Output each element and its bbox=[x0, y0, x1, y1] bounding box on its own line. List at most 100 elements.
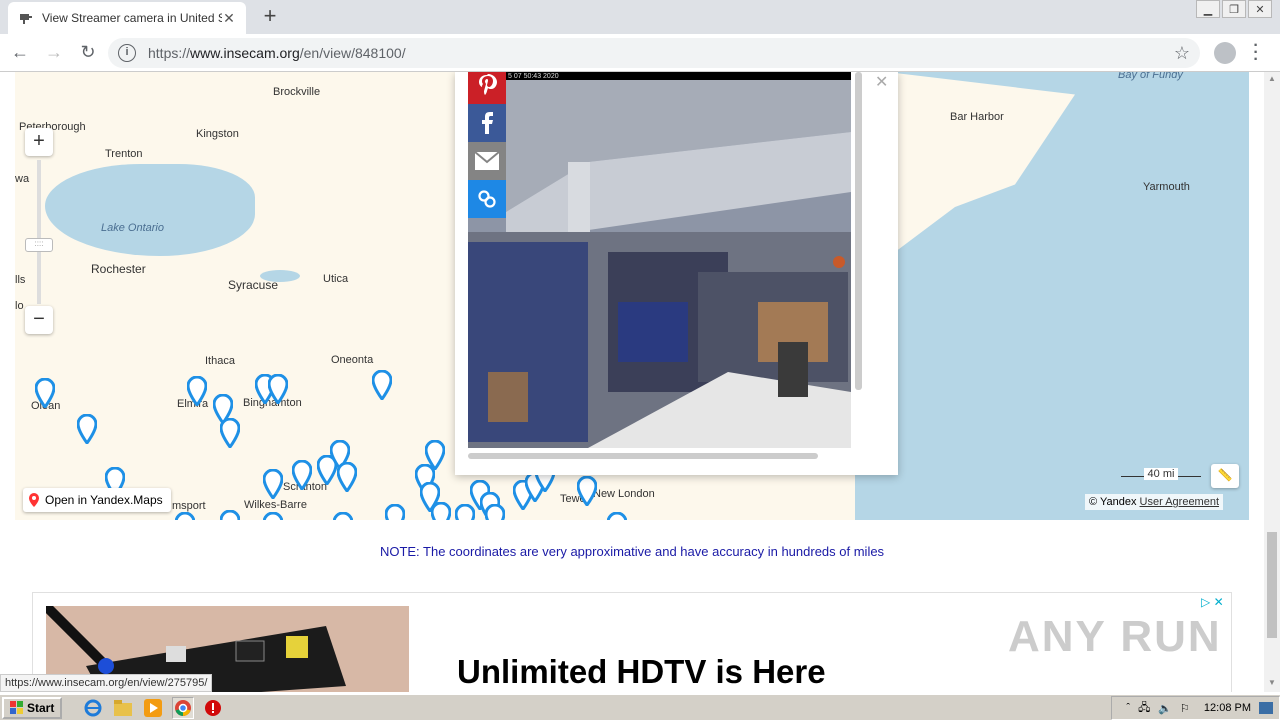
map-label: lo bbox=[15, 300, 24, 312]
back-arrow-icon[interactable]: ← bbox=[6, 39, 34, 67]
clock[interactable]: 12:08 PM bbox=[1204, 702, 1251, 714]
browser-tab[interactable]: View Streamer camera in United Stat ✕ bbox=[8, 2, 246, 34]
url-text[interactable]: https://www.insecam.org/en/view/848100/ bbox=[148, 45, 1174, 61]
ad-headline[interactable]: Unlimited HDTV is Here bbox=[457, 653, 826, 691]
address-bar[interactable]: i https://www.insecam.org/en/view/848100… bbox=[108, 38, 1200, 68]
open-in-yandex-maps-button[interactable]: Open in Yandex.Maps bbox=[23, 488, 171, 512]
internet-explorer-icon[interactable] bbox=[82, 697, 104, 719]
ad-choices-icon[interactable]: ▷ ✕ bbox=[1201, 595, 1224, 609]
scale-label: 40 mi bbox=[1143, 468, 1179, 480]
zoom-out-button[interactable]: − bbox=[25, 306, 53, 334]
camera-map-pin-icon[interactable] bbox=[34, 377, 56, 410]
scroll-thumb[interactable] bbox=[1267, 532, 1277, 638]
reload-icon[interactable]: ↻ bbox=[74, 39, 102, 67]
camera-map-pin-icon[interactable] bbox=[576, 475, 598, 508]
camera-map-pin-icon[interactable] bbox=[332, 511, 354, 520]
camera-map-pin-icon[interactable] bbox=[336, 461, 358, 494]
pinterest-share-button[interactable] bbox=[468, 72, 506, 104]
anyrun-watermark: ANY RUN bbox=[1008, 612, 1222, 661]
page-scrollbar[interactable]: ▲ ▼ bbox=[1264, 72, 1280, 692]
map-label: New London bbox=[593, 488, 655, 500]
open-in-yandex-label: Open in Yandex.Maps bbox=[45, 493, 163, 507]
camera-map-pin-icon[interactable] bbox=[186, 375, 208, 408]
windows-taskbar: Start ˆ 🖧 🔈 ⚐ 12:08 PM bbox=[0, 694, 1280, 720]
page-content: Brockville Peterborough Kingston Trenton… bbox=[0, 72, 1264, 692]
camera-map-pin-icon[interactable] bbox=[371, 369, 393, 402]
bookmark-star-icon[interactable]: ☆ bbox=[1174, 43, 1190, 64]
map-label: Rochester bbox=[91, 262, 146, 276]
copy-link-share-button[interactable] bbox=[468, 180, 506, 218]
camera-map-pin-icon[interactable] bbox=[454, 503, 476, 520]
flag-icon[interactable]: ⚐ bbox=[1180, 702, 1190, 715]
profile-avatar-icon[interactable] bbox=[1214, 42, 1236, 64]
zoom-slider-handle[interactable]: :::: bbox=[25, 238, 53, 252]
system-tray: ˆ 🖧 🔈 ⚐ 12:08 PM bbox=[1111, 696, 1280, 720]
start-label: Start bbox=[27, 700, 55, 715]
map-label: Syracuse bbox=[228, 278, 279, 292]
volume-icon[interactable]: 🔈 bbox=[1158, 702, 1172, 715]
link-icon bbox=[478, 190, 496, 208]
camera-image[interactable]: 5 07 50:43 2020 bbox=[468, 72, 851, 448]
file-explorer-icon[interactable] bbox=[112, 697, 134, 719]
map-label: Yarmouth bbox=[1143, 181, 1190, 193]
camera-map-pin-icon[interactable] bbox=[430, 501, 452, 520]
map-label: Kingston bbox=[196, 128, 239, 140]
restore-icon[interactable]: ❐ bbox=[1222, 0, 1246, 18]
map-label: Brockville bbox=[273, 86, 321, 98]
map-label: Trenton bbox=[105, 148, 143, 160]
scroll-down-icon[interactable]: ▼ bbox=[1267, 678, 1277, 688]
scroll-up-icon[interactable]: ▲ bbox=[1267, 74, 1277, 84]
camera-map-pin-icon[interactable] bbox=[219, 509, 241, 520]
browser-toolbar: ← → ↻ i https://www.insecam.org/en/view/… bbox=[0, 34, 1280, 72]
zoom-control: + :::: − bbox=[25, 128, 53, 338]
close-window-icon[interactable]: ✕ bbox=[1248, 0, 1272, 18]
minimize-icon[interactable]: ▁ bbox=[1196, 0, 1220, 18]
popup-horizontal-scrollbar[interactable] bbox=[468, 453, 818, 459]
info-icon[interactable]: i bbox=[118, 44, 136, 62]
windows-logo-icon bbox=[10, 700, 23, 714]
status-bar-url: https://www.insecam.org/en/view/275795/ bbox=[0, 674, 213, 692]
show-desktop-icon[interactable] bbox=[1259, 702, 1273, 714]
map-label: Utica bbox=[323, 273, 349, 285]
popup-close-icon[interactable]: ✕ bbox=[875, 72, 888, 92]
start-button[interactable]: Start bbox=[2, 696, 63, 719]
camera-map-pin-icon[interactable] bbox=[262, 511, 284, 520]
popup-vertical-scrollbar[interactable] bbox=[855, 72, 862, 390]
map-label: Ithaca bbox=[205, 355, 235, 367]
camera-map-pin-icon[interactable] bbox=[267, 373, 289, 406]
menu-kebab-icon[interactable]: · · · bbox=[1250, 38, 1262, 68]
location-pin-icon bbox=[29, 493, 39, 507]
facebook-icon bbox=[482, 112, 493, 134]
tab-close-icon[interactable]: ✕ bbox=[222, 10, 236, 27]
forward-arrow-icon[interactable]: → bbox=[40, 39, 68, 67]
map-copyright: © Yandex User Agreement bbox=[1085, 494, 1224, 510]
map-label: lls bbox=[15, 274, 26, 286]
tab-title: View Streamer camera in United Stat bbox=[42, 11, 222, 25]
camera-map-pin-icon[interactable] bbox=[174, 511, 196, 520]
media-player-icon[interactable] bbox=[142, 697, 164, 719]
network-icon[interactable]: 🖧 bbox=[1138, 699, 1150, 718]
map-label: Oneonta bbox=[331, 354, 374, 366]
tray-expand-icon[interactable]: ˆ bbox=[1126, 702, 1130, 714]
stop-sign-icon[interactable] bbox=[202, 697, 224, 719]
chrome-icon[interactable] bbox=[172, 696, 195, 719]
camera-map-pin-icon[interactable] bbox=[76, 413, 98, 446]
email-share-button[interactable] bbox=[468, 142, 506, 180]
map-label: Wilkes-Barre bbox=[244, 499, 307, 511]
zoom-rail[interactable] bbox=[37, 160, 41, 304]
ruler-icon[interactable]: 📏 bbox=[1211, 464, 1239, 488]
camera-popup: 5 07 50:43 2020 ✕ bbox=[455, 72, 898, 475]
camera-map-pin-icon[interactable] bbox=[291, 459, 313, 492]
zoom-in-button[interactable]: + bbox=[25, 128, 53, 156]
user-agreement-link[interactable]: User Agreement bbox=[1140, 496, 1219, 508]
map-label: Lake Ontario bbox=[101, 222, 164, 234]
map-widget[interactable]: Brockville Peterborough Kingston Trenton… bbox=[15, 72, 1249, 520]
camera-map-pin-icon[interactable] bbox=[484, 503, 506, 520]
camera-map-pin-icon[interactable] bbox=[384, 503, 406, 520]
facebook-share-button[interactable] bbox=[468, 104, 506, 142]
camera-map-pin-icon[interactable] bbox=[219, 417, 241, 450]
lake-ontario bbox=[45, 164, 255, 256]
new-tab-button[interactable]: + bbox=[258, 5, 282, 29]
camera-map-pin-icon[interactable] bbox=[262, 468, 284, 501]
camera-map-pin-icon[interactable] bbox=[606, 511, 628, 520]
